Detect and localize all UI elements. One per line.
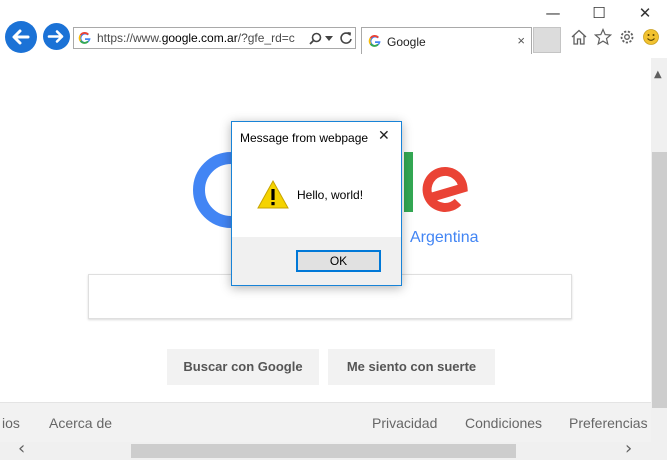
forward-button[interactable] xyxy=(43,23,70,50)
favorites-star-icon[interactable] xyxy=(594,28,612,46)
scroll-right-arrow-icon[interactable]: › xyxy=(625,440,632,458)
ok-button[interactable]: OK xyxy=(296,250,381,272)
dropdown-icon[interactable] xyxy=(325,36,333,42)
close-window-button[interactable]: ✕ xyxy=(634,4,656,22)
footer-link-about[interactable]: Acerca de xyxy=(49,415,112,431)
logo-country-label: Argentina xyxy=(410,229,479,246)
forward-arrow-icon xyxy=(47,30,64,43)
scroll-left-arrow-icon[interactable]: ‹ xyxy=(18,440,25,458)
address-domain: google.com.ar xyxy=(161,31,238,45)
vertical-scroll-thumb[interactable] xyxy=(652,152,667,408)
back-arrow-icon xyxy=(12,29,30,45)
footer-link-preferences[interactable]: Preferencias xyxy=(569,415,648,431)
feeling-lucky-button[interactable]: Me siento con suerte xyxy=(328,349,495,385)
footer-link-partial[interactable]: ios xyxy=(2,415,20,431)
feedback-smiley-icon[interactable] xyxy=(642,28,660,46)
alert-dialog: Message from webpage ✕ Hello, world! OK xyxy=(231,121,402,286)
settings-gear-icon[interactable] xyxy=(618,28,636,46)
tab-title: Google xyxy=(387,35,426,49)
browser-tab[interactable]: Google × xyxy=(361,27,532,54)
refresh-icon[interactable] xyxy=(339,31,353,45)
search-icon[interactable] xyxy=(309,32,322,45)
address-suffix: /?gfe_rd=c xyxy=(237,31,295,45)
dialog-close-button[interactable]: ✕ xyxy=(378,128,390,144)
tab-google-favicon xyxy=(368,34,381,47)
scroll-up-arrow-icon[interactable]: ▲ xyxy=(654,68,662,82)
maximize-button[interactable]: ☐ xyxy=(588,4,610,22)
tab-close-button[interactable]: × xyxy=(517,33,525,48)
warning-icon xyxy=(257,179,289,209)
dialog-title: Message from webpage xyxy=(240,131,369,145)
back-button[interactable] xyxy=(5,21,37,53)
google-search-button[interactable]: Buscar con Google xyxy=(167,349,319,385)
scrollbar-corner xyxy=(651,442,667,460)
dialog-message: Hello, world! xyxy=(297,188,364,202)
home-icon[interactable] xyxy=(570,28,588,46)
footer-link-privacy[interactable]: Privacidad xyxy=(372,415,437,431)
minimize-button[interactable]: — xyxy=(542,4,564,22)
page-footer: ios Acerca de Privacidad Condiciones Pre… xyxy=(0,402,651,442)
address-text: https://www.google.com.ar/?gfe_rd=c xyxy=(97,31,307,45)
address-prefix: https://www. xyxy=(97,31,162,45)
horizontal-scroll-thumb[interactable] xyxy=(131,444,516,458)
address-bar[interactable]: https://www.google.com.ar/?gfe_rd=c xyxy=(73,27,356,49)
new-tab-button[interactable] xyxy=(533,27,561,53)
google-favicon xyxy=(78,31,91,44)
footer-link-terms[interactable]: Condiciones xyxy=(465,415,542,431)
dialog-button-bar: OK xyxy=(232,237,401,285)
browser-toolbar: — ☐ ✕ https://www.google.com.ar/?gfe_rd=… xyxy=(0,0,667,58)
